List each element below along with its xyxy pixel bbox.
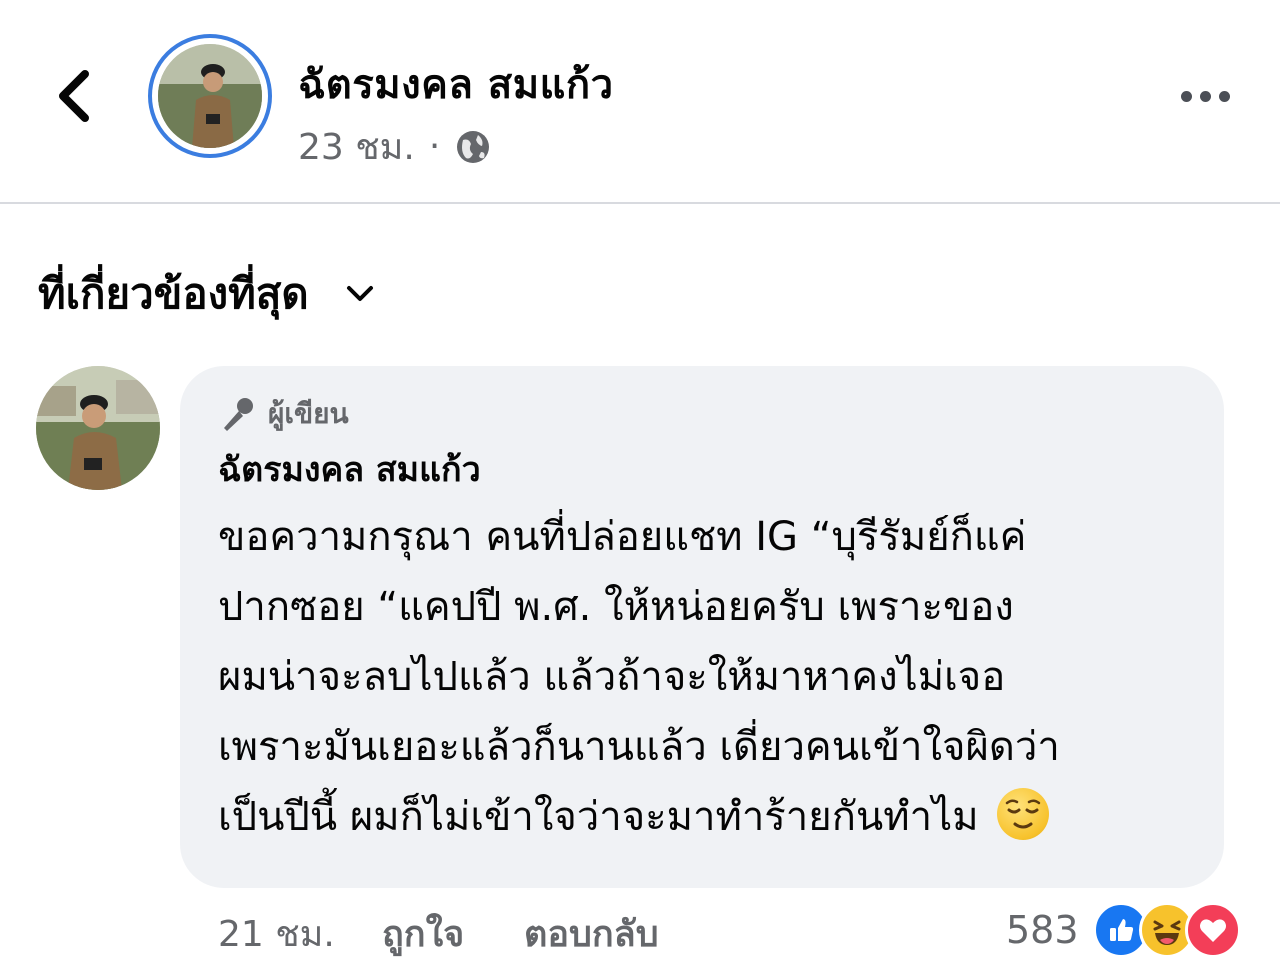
sort-label: ที่เกี่ยวข้องที่สุด [38,269,309,318]
globe-icon [457,130,490,163]
comment-line: เป็นปีนี้ ผมก็ไม่เข้าใจว่าจะมาทำร้ายกันท… [218,794,979,840]
post-header: ฉัตรมงคล สมแก้ว 23 ชม. · [0,0,1280,204]
avatar-photo [158,44,262,148]
like-button[interactable]: ถูกใจ [382,905,524,962]
author-avatar[interactable] [148,34,272,158]
back-button[interactable] [40,58,110,134]
relieved-face-emoji-icon [996,788,1049,840]
comment-line: ขอความกรุณา คนที่ปล่อยแชท IG “บุรีรัมย์ก… [218,514,1027,560]
reply-button[interactable]: ตอบกลับ [524,905,659,962]
comment-line: ปากซอย “แคปปี พ.ศ. ให้หน่อยครับ เพราะของ [218,584,1014,630]
love-reaction-icon [1184,902,1241,958]
comment-actions: 21 ชม. ถูกใจ ตอบกลับ [218,906,659,960]
dot-icon [1199,90,1211,102]
dot-icon [1180,90,1192,102]
post-meta: 23 ชม. · [298,118,492,175]
comment-line: เพราะมันเยอะแล้วก็นานแล้ว เดี่ยวคนเข้าใจ… [218,724,1060,770]
comment-bubble: ผู้เขียน ฉัตรมงคล สมแก้ว ขอความกรุณา คนท… [180,366,1224,888]
comment-sort-dropdown[interactable]: ที่เกี่ยวข้องที่สุด [38,262,375,326]
chevron-left-icon [59,70,89,122]
comment-line: ผมน่าจะลบไปแล้ว แล้วถ้าจะให้มาหาคงไม่เจอ [218,654,1006,700]
microphone-icon [224,398,253,431]
reaction-count: 583 [1006,908,1079,952]
reaction-summary[interactable]: 583 [1006,902,1241,958]
more-options-button[interactable] [1170,72,1240,120]
comment-text: ขอความกรุณา คนที่ปล่อยแชท IG “บุรีรัมย์ก… [218,502,1198,852]
dot-icon [1218,90,1230,102]
meta-separator: · [428,126,441,167]
author-badge-label: ผู้เขียน [268,397,349,430]
commenter-name[interactable]: ฉัตรมงคล สมแก้ว [218,446,1186,494]
author-name[interactable]: ฉัตรมงคล สมแก้ว [298,52,614,116]
post-time[interactable]: 23 ชม. [298,118,415,175]
commenter-avatar[interactable] [36,366,160,490]
comment-time[interactable]: 21 ชม. [218,905,382,962]
chevron-down-icon [346,286,373,301]
author-badge: ผู้เขียน [218,392,1186,436]
